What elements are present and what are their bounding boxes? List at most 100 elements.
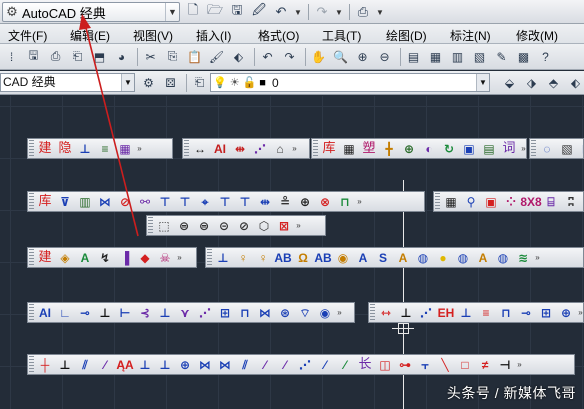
toolbar-grip[interactable]: [313, 140, 318, 157]
tool-icon[interactable]: ◉: [334, 249, 352, 267]
tool-icon[interactable]: ⊕: [176, 356, 194, 374]
tool-icon[interactable]: ◍: [454, 249, 472, 267]
tool-icon[interactable]: ⊕: [296, 193, 314, 211]
tool-icon[interactable]: ⫽: [236, 356, 254, 374]
tool-icon[interactable]: ◫: [376, 356, 394, 374]
menu-dimension[interactable]: 标注(N): [450, 27, 491, 44]
tool-icon[interactable]: □: [456, 356, 474, 374]
tool-icon[interactable]: ⁄: [336, 356, 354, 374]
tool-icon[interactable]: ⊽: [56, 193, 74, 211]
plot-icon[interactable]: ⎙: [46, 47, 65, 66]
tool-icon[interactable]: ▤: [480, 140, 498, 158]
open-icon[interactable]: 🗁: [205, 2, 225, 22]
tool-icon[interactable]: ⊥: [56, 356, 74, 374]
tool-icon[interactable]: ⋈: [196, 356, 214, 374]
layer-properties-icon[interactable]: ⎗: [190, 73, 209, 92]
toolbar-overflow-icon[interactable]: »: [516, 360, 523, 369]
tool-icon[interactable]: ▦: [442, 193, 460, 211]
drawing-area[interactable]: 建隐⊥≡▦» ↔AI⇹⋰⌂» 库▦塑╋⊕◐↻▣▤词» ◌▧⊡❖» 库⊽▥⋈⊘⚯⊤…: [0, 96, 584, 409]
tool-icon[interactable]: ⋎: [176, 304, 194, 322]
tool-icon[interactable]: ⊶: [396, 356, 414, 374]
menu-view[interactable]: 视图(V): [133, 27, 173, 44]
tool-icon[interactable]: ⊰: [136, 304, 154, 322]
tool-icon[interactable]: ≡: [96, 140, 114, 158]
tool-icon[interactable]: ♀: [254, 249, 272, 267]
tool-icon[interactable]: ◍: [414, 249, 432, 267]
tool-icon[interactable]: ĄA: [116, 356, 134, 374]
toolbar-grip[interactable]: [29, 193, 34, 210]
tool-icon[interactable]: ⊥: [156, 304, 174, 322]
plot-icon[interactable]: ⎙: [353, 2, 373, 22]
tool-icon[interactable]: 建: [36, 249, 54, 267]
tool-icon[interactable]: ⊥: [214, 249, 232, 267]
customize-dropdown-icon[interactable]: ▼: [375, 2, 385, 22]
toolbar-overflow-icon[interactable]: »: [577, 308, 583, 317]
tool-icon[interactable]: ⋈: [256, 304, 274, 322]
tool-icon[interactable]: ╲: [436, 356, 454, 374]
tool-icon[interactable]: AB: [314, 249, 332, 267]
tool-icon[interactable]: ⊤: [176, 193, 194, 211]
tool-icon[interactable]: ◈: [56, 249, 74, 267]
chevron-down-icon[interactable]: ▼: [165, 3, 179, 21]
tool-icon[interactable]: ⌖: [196, 193, 214, 211]
tool-icon[interactable]: ⇿: [377, 304, 395, 322]
tool-icon[interactable]: Ω: [294, 249, 312, 267]
tool-icon[interactable]: ⇹: [231, 140, 249, 158]
toolbar-grip[interactable]: [435, 193, 440, 210]
tool-icon[interactable]: ⊝: [215, 217, 233, 235]
3d-dwf-icon[interactable]: ◕: [112, 47, 131, 66]
toolbar-overflow-icon[interactable]: »: [176, 253, 183, 262]
tool-icon[interactable]: A: [474, 249, 492, 267]
tool-icon[interactable]: ⊘: [116, 193, 134, 211]
tool-icon[interactable]: 长: [356, 356, 374, 374]
toolbar-overflow-icon[interactable]: »: [336, 308, 343, 317]
tool-icon[interactable]: 库: [320, 140, 338, 158]
tool-icon[interactable]: ◌: [538, 140, 556, 158]
tool-icon[interactable]: ⊸: [517, 304, 535, 322]
tool-icon[interactable]: ⊘: [235, 217, 253, 235]
tool-icon[interactable]: ▧: [558, 140, 576, 158]
zoom-realtime-icon[interactable]: 🔍: [331, 47, 350, 66]
tool-icon[interactable]: 8X8: [520, 193, 541, 211]
publish-icon[interactable]: ⬒: [90, 47, 109, 66]
tool-icon[interactable]: ʭ: [562, 193, 580, 211]
tool-icon[interactable]: 库: [36, 193, 54, 211]
menu-file[interactable]: 文件(F): [8, 27, 47, 44]
tool-icon[interactable]: ⁄: [276, 356, 294, 374]
tool-icon[interactable]: ≡: [477, 304, 495, 322]
tool-icon[interactable]: A: [394, 249, 412, 267]
redo-icon[interactable]: ↷: [280, 47, 299, 66]
tool-icon[interactable]: ╋: [380, 140, 398, 158]
block-editor-icon[interactable]: ⬖: [229, 47, 248, 66]
tool-icon[interactable]: ↔: [191, 140, 209, 158]
tool-icon[interactable]: ≋: [514, 249, 532, 267]
tool-icon[interactable]: ⊤: [236, 193, 254, 211]
redo-dropdown-icon[interactable]: ▼: [334, 2, 344, 22]
pan-icon[interactable]: ✋: [309, 47, 328, 66]
tool-icon[interactable]: 建: [36, 140, 54, 158]
tool-palettes-icon[interactable]: ▥: [448, 47, 467, 66]
tool-icon[interactable]: ⊣: [496, 356, 514, 374]
tool-icon[interactable]: ☠: [156, 249, 174, 267]
tool-icon[interactable]: ┼: [36, 356, 54, 374]
tool-icon[interactable]: ⊡: [578, 140, 583, 158]
tool-icon[interactable]: ◍: [494, 249, 512, 267]
toolbar-grip[interactable]: [29, 140, 34, 157]
tool-icon[interactable]: ⁄: [256, 356, 274, 374]
tool-icon[interactable]: ⊞: [216, 304, 234, 322]
tool-icon[interactable]: ⊕: [400, 140, 418, 158]
tool-icon[interactable]: ⊥: [76, 140, 94, 158]
tool-icon[interactable]: ⊤: [216, 193, 234, 211]
chevron-down-icon[interactable]: ▼: [121, 74, 134, 91]
tool-icon[interactable]: ⫽: [76, 356, 94, 374]
toolbar-grip[interactable]: [531, 140, 536, 157]
layer-previous-icon[interactable]: ⬙: [500, 73, 519, 92]
toolbar-overflow-icon[interactable]: »: [295, 221, 302, 230]
toolbar-grip[interactable]: [29, 304, 34, 321]
zoom-window-icon[interactable]: ⊕: [353, 47, 372, 66]
tool-icon[interactable]: ⊥: [156, 356, 174, 374]
tool-icon[interactable]: ⊥: [397, 304, 415, 322]
layer-walk-icon[interactable]: ⬖: [566, 73, 584, 92]
tool-icon[interactable]: ⋰: [251, 140, 269, 158]
chevron-down-icon[interactable]: ▼: [476, 74, 489, 91]
